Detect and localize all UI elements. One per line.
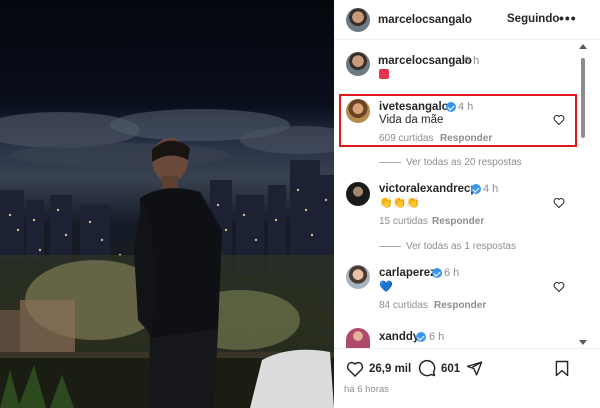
scroll-up-icon[interactable] [579, 44, 587, 49]
verified-badge-icon [416, 332, 426, 342]
reply-button[interactable]: Responder [434, 300, 486, 311]
comment-avatar[interactable] [346, 99, 370, 123]
comment-text: 💙 [379, 281, 393, 293]
author-username[interactable]: marcelocsangalo [378, 14, 472, 26]
comment-time: 4 h [458, 101, 474, 113]
verified-badge-icon [471, 184, 481, 194]
comment-likes[interactable]: 609 curtidas [379, 133, 433, 144]
view-replies-link[interactable]: Ver todas as 1 respostas [406, 241, 516, 252]
comment-like-icon[interactable] [553, 281, 565, 292]
comment-text: 👏👏👏 [379, 197, 421, 209]
comment-time: 6 h [429, 331, 445, 343]
likes-count[interactable]: 26,9 mil [369, 363, 411, 375]
comment-likes[interactable]: 84 curtidas [379, 300, 428, 311]
more-options-icon[interactable]: ••• [559, 10, 577, 26]
share-icon[interactable] [466, 360, 483, 377]
post-panel: marcelocsangalo Seguindo ••• marcelocsan… [334, 0, 600, 408]
replies-divider [379, 246, 401, 247]
scroll-down-icon[interactable] [579, 340, 587, 345]
comment-like-icon[interactable] [553, 114, 565, 125]
caption-username[interactable]: marcelocsangalo [378, 55, 472, 67]
comment-username[interactable]: carlaperez [379, 267, 436, 279]
verified-badge-icon [432, 268, 442, 278]
comment-username[interactable]: xanddy [379, 331, 419, 343]
comment-time: 6 h [444, 267, 460, 279]
comments-count[interactable]: 601 [441, 363, 460, 375]
replies-divider [379, 162, 401, 163]
like-icon[interactable] [346, 360, 364, 377]
comment-time: 4 h [483, 183, 499, 195]
save-icon[interactable] [555, 360, 569, 377]
view-replies-link[interactable]: Ver todas as 20 respostas [406, 157, 522, 168]
photo-scene [0, 109, 334, 408]
comment-username[interactable]: ivetesangalo [379, 101, 449, 113]
caption-time: 6 h [464, 55, 480, 67]
post-header: marcelocsangalo Seguindo ••• [334, 0, 600, 40]
caption-avatar[interactable] [346, 52, 370, 76]
verified-badge-icon [446, 102, 456, 112]
comment-icon[interactable] [418, 359, 436, 377]
post-photo [0, 0, 334, 408]
comment-text: Vida da mãe [379, 114, 444, 126]
comment-avatar[interactable] [346, 182, 370, 206]
reply-button[interactable]: Responder [440, 133, 492, 144]
caption-emoji-icon [379, 69, 389, 79]
comment-likes[interactable]: 15 curtidas [379, 216, 428, 227]
following-button[interactable]: Seguindo [507, 13, 559, 25]
comment-username[interactable]: victoralexandrecp [379, 183, 477, 195]
reply-button[interactable]: Responder [432, 216, 484, 227]
comment-avatar[interactable] [346, 328, 370, 348]
comment-like-icon[interactable] [553, 197, 565, 208]
actions-bar: 26,9 mil 601 há 6 horas [334, 348, 600, 408]
scroll-thumb[interactable] [581, 58, 585, 138]
post-time: há 6 horas [344, 384, 389, 395]
author-avatar[interactable] [346, 8, 370, 32]
comment-avatar[interactable] [346, 265, 370, 289]
